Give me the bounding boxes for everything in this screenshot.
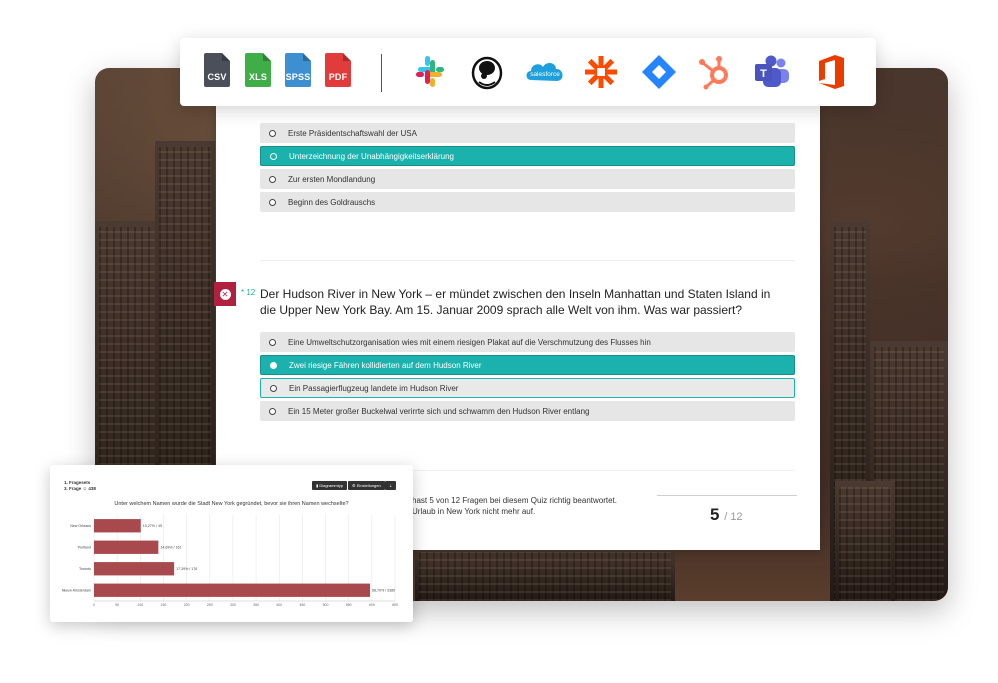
answer-option-label: Zwei riesige Fähren kollidierten auf dem… xyxy=(289,360,482,370)
toolbar-separator xyxy=(381,54,382,92)
close-icon: ✕ xyxy=(219,288,231,300)
answer-option[interactable]: Erste Präsidentschaftswahl der USA xyxy=(260,123,795,143)
pdf-file-icon[interactable]: PDF xyxy=(325,53,351,87)
answer-option-label: Unterzeichnung der Unabhängigkeitserklär… xyxy=(289,151,454,161)
file-type-label: CSV xyxy=(207,72,227,82)
radio-button[interactable] xyxy=(261,384,285,392)
result-line: Urlaub in New York nicht mehr auf. xyxy=(412,507,536,516)
x-tick-label: 350 xyxy=(253,603,259,607)
file-type-label: PDF xyxy=(328,72,348,82)
answer-option-label: Ein Passagierflugzeug landete im Hudson … xyxy=(289,383,459,393)
file-type-label: XLS xyxy=(248,72,268,82)
spss-file-icon[interactable]: SPSS xyxy=(285,53,311,87)
csv-file-icon[interactable]: CSV xyxy=(204,53,230,87)
x-tick-label: 250 xyxy=(207,603,213,607)
answer-option-label: Eine Umweltschutzorganisation wies mit e… xyxy=(288,337,651,347)
building-shape xyxy=(835,481,895,601)
x-tick-label: 500 xyxy=(323,603,329,607)
zapier-icon[interactable] xyxy=(581,52,621,92)
x-tick-label: 50 xyxy=(115,603,119,607)
score-total: / 12 xyxy=(724,511,743,523)
radio-button[interactable] xyxy=(261,361,285,369)
file-type-label: SPSS xyxy=(285,72,311,82)
x-tick-label: 600 xyxy=(369,603,375,607)
slack-icon[interactable] xyxy=(410,52,450,92)
x-tick-label: 450 xyxy=(299,603,305,607)
mailchimp-icon[interactable] xyxy=(467,52,507,92)
score-display: 5 / 12 xyxy=(710,505,743,525)
data-label: 17,39% / 176 xyxy=(176,567,197,571)
bar xyxy=(94,583,370,597)
question-text: Der Hudson River in New York – er mündet… xyxy=(260,287,771,317)
jira-icon[interactable] xyxy=(639,52,679,92)
x-tick-label: 150 xyxy=(161,603,167,607)
data-label: 14,69% / 161 xyxy=(160,545,181,549)
wrong-answer-marker: ✕ xyxy=(214,282,236,306)
hubspot-icon[interactable] xyxy=(695,52,735,92)
score-value: 5 xyxy=(710,505,720,524)
export-integrations-toolbar: CSV XLS SPSS PDF salesforce T xyxy=(180,38,876,106)
radio-button[interactable] xyxy=(261,152,285,160)
bar xyxy=(94,562,175,576)
bar xyxy=(94,519,141,533)
result-text: hast 5 von 12 Fragen bei diesem Quiz ric… xyxy=(412,495,672,517)
category-label: Nieuw Amsterdam xyxy=(62,588,91,592)
answer-option[interactable]: Eine Umweltschutzorganisation wies mit e… xyxy=(260,332,795,352)
divider xyxy=(260,260,795,261)
answer-option[interactable]: Zur ersten Mondlandung xyxy=(260,169,795,189)
category-label: Toronto xyxy=(79,567,91,571)
answer-option-label: Erste Präsidentschaftswahl der USA xyxy=(288,128,417,138)
answer-option-correct[interactable]: Ein Passagierflugzeug landete im Hudson … xyxy=(260,378,795,398)
question-number-value: 12 xyxy=(246,288,256,297)
svg-text:T: T xyxy=(760,68,767,80)
x-tick-label: 550 xyxy=(346,603,352,607)
required-marker: * xyxy=(241,288,245,297)
radio-button[interactable] xyxy=(260,198,284,206)
x-tick-label: 650 xyxy=(392,603,398,607)
answer-option-label: Ein 15 Meter großer Buckelwal verirrte s… xyxy=(288,406,590,416)
data-label: 10,27% / 45 xyxy=(143,524,162,528)
category-label: New Orleans xyxy=(70,524,91,528)
answer-option-label: Zur ersten Mondlandung xyxy=(288,174,376,184)
answer-option-label: Beginn des Goldrauschs xyxy=(288,197,376,207)
answer-option-selected[interactable]: Unterzeichnung der Unabhängigkeitserklär… xyxy=(260,146,795,166)
x-tick-label: 300 xyxy=(230,603,236,607)
building-shape xyxy=(415,546,675,601)
result-line: hast 5 von 12 Fragen bei diesem Quiz ric… xyxy=(412,496,617,505)
answer-option-selected[interactable]: Zwei riesige Fähren kollidierten auf dem… xyxy=(260,355,795,375)
category-label: Portland xyxy=(78,545,91,549)
score-divider xyxy=(657,495,797,496)
question-number: * 12 xyxy=(241,288,255,297)
salesforce-icon[interactable]: salesforce xyxy=(523,52,569,92)
office-icon[interactable] xyxy=(811,52,851,92)
radio-button[interactable] xyxy=(260,129,284,137)
x-tick-label: 100 xyxy=(137,603,143,607)
bar-chart: 0 50 100 150 200 250 300 350 400 450 500 550 600 650 N… xyxy=(62,515,398,607)
teams-icon[interactable]: T xyxy=(752,52,792,92)
xls-file-icon[interactable]: XLS xyxy=(245,53,271,87)
bar xyxy=(94,540,159,554)
answer-option[interactable]: Ein 15 Meter großer Buckelwal verirrte s… xyxy=(260,401,795,421)
salesforce-logo-text: salesforce xyxy=(530,71,560,78)
data-label: 58,70% / 3380 xyxy=(372,588,395,592)
radio-button[interactable] xyxy=(260,175,284,183)
x-tick-label: 400 xyxy=(276,603,282,607)
answer-option[interactable]: Beginn des Goldrauschs xyxy=(260,192,795,212)
x-tick-label: 0 xyxy=(93,603,95,607)
radio-button[interactable] xyxy=(260,407,284,415)
results-chart-card: 1. Fragesets 3. Frage ☺ 438 ▮ Diagrammty… xyxy=(50,465,413,622)
x-tick-label: 200 xyxy=(184,603,190,607)
radio-button[interactable] xyxy=(260,338,284,346)
